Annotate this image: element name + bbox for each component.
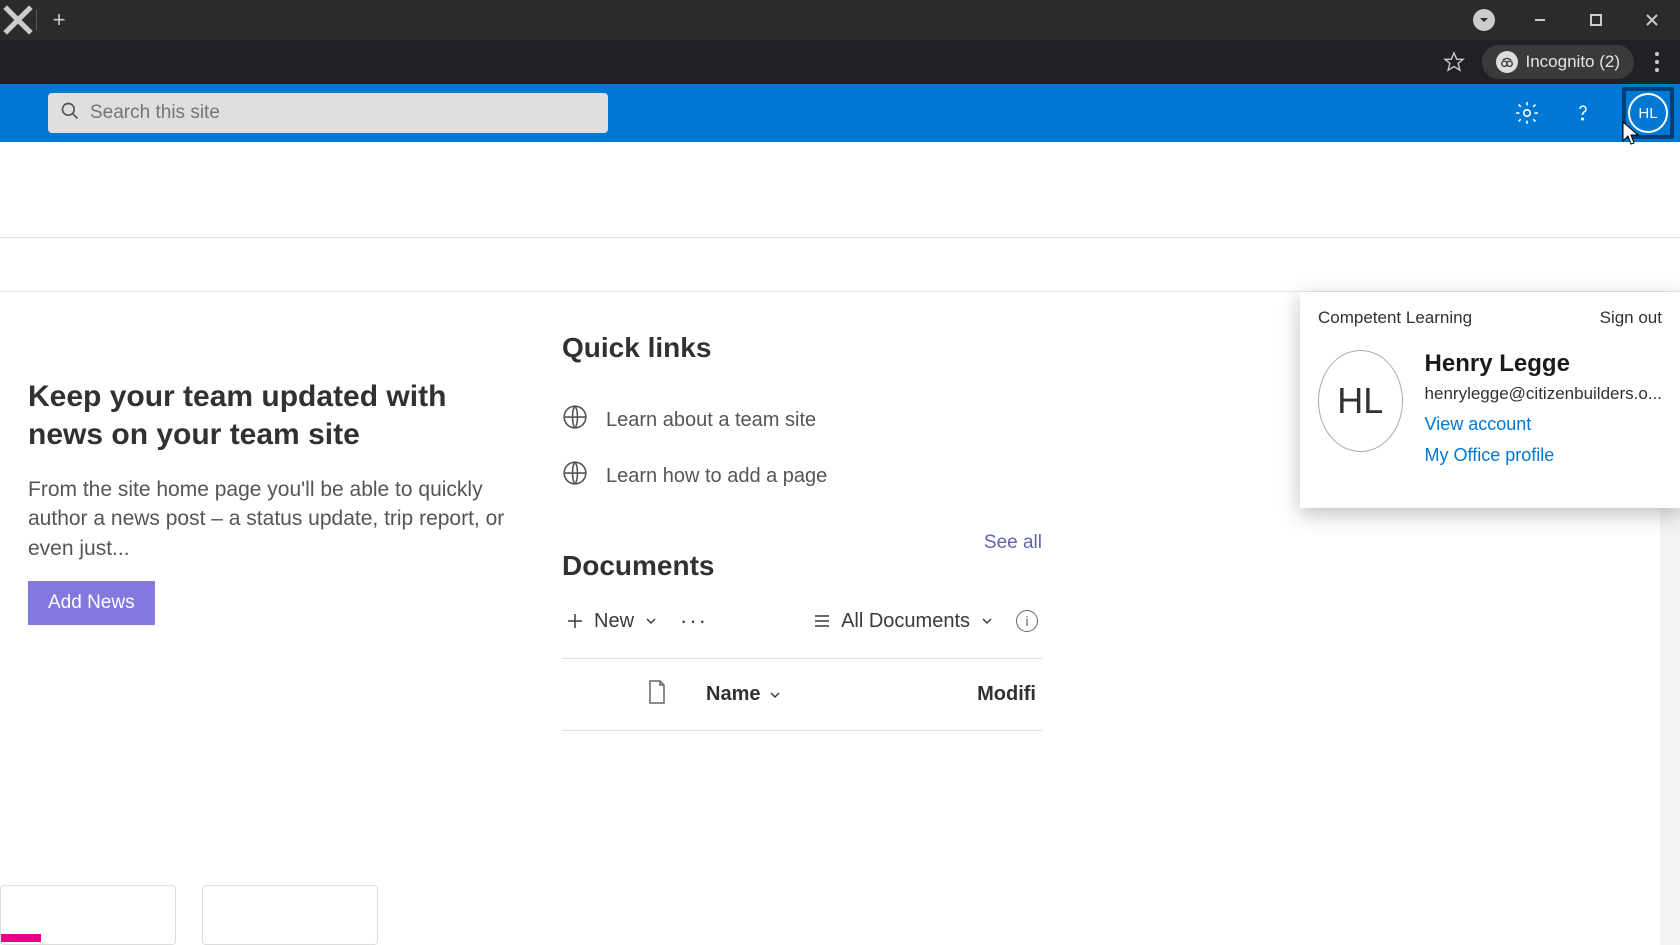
documents-info-button[interactable]: i bbox=[1016, 610, 1038, 632]
window-close-button[interactable] bbox=[1636, 4, 1668, 36]
chevron-down-icon bbox=[980, 614, 994, 628]
help-icon[interactable] bbox=[1566, 96, 1600, 130]
avatar-initials: HL bbox=[1628, 93, 1668, 133]
documents-heading: Documents bbox=[562, 550, 714, 582]
account-avatar-large: HL bbox=[1318, 350, 1403, 452]
documents-toolbar: New ··· All Documents i bbox=[562, 608, 1042, 634]
site-search[interactable] bbox=[48, 93, 608, 133]
sharepoint-header: HL bbox=[0, 84, 1680, 142]
news-cards-row bbox=[0, 885, 378, 945]
page-content: Keep your team updated with news on your… bbox=[0, 292, 1680, 945]
window-minimize-button[interactable] bbox=[1524, 4, 1556, 36]
quick-link-label: Learn how to add a page bbox=[606, 465, 827, 488]
browser-menu-button[interactable] bbox=[1648, 52, 1666, 72]
globe-icon bbox=[562, 404, 588, 436]
search-icon bbox=[60, 101, 80, 126]
view-selector-label: All Documents bbox=[841, 610, 970, 633]
documents-table-header: Name Modifi bbox=[562, 658, 1042, 731]
new-button-label: New bbox=[594, 610, 634, 633]
bookmark-star-icon[interactable] bbox=[1440, 48, 1468, 76]
quick-link-label: Learn about a team site bbox=[606, 409, 816, 432]
incognito-icon bbox=[1496, 51, 1518, 73]
incognito-badge[interactable]: Incognito (2) bbox=[1482, 45, 1635, 79]
settings-gear-icon[interactable] bbox=[1510, 96, 1544, 130]
right-column: Quick links Learn about a team site Lear… bbox=[562, 332, 1042, 945]
new-tab-button[interactable]: + bbox=[37, 0, 81, 40]
account-avatar-button[interactable]: HL bbox=[1622, 87, 1674, 139]
news-heading: Keep your team updated with news on your… bbox=[28, 378, 518, 453]
documents-new-button[interactable]: New bbox=[566, 610, 658, 633]
office-profile-link[interactable]: My Office profile bbox=[1425, 445, 1662, 466]
browser-toolbar: Incognito (2) bbox=[0, 40, 1680, 84]
list-icon bbox=[813, 614, 831, 628]
site-header-region bbox=[0, 142, 1680, 238]
add-news-button[interactable]: Add News bbox=[28, 581, 155, 625]
documents-more-button[interactable]: ··· bbox=[680, 608, 708, 634]
chevron-down-icon bbox=[768, 688, 782, 702]
window-maximize-button[interactable] bbox=[1580, 4, 1612, 36]
column-header-modified[interactable]: Modifi bbox=[977, 683, 1036, 706]
incognito-label: Incognito (2) bbox=[1526, 52, 1621, 72]
quick-links-heading: Quick links bbox=[562, 332, 1042, 364]
tab-close-button[interactable] bbox=[0, 0, 36, 40]
browser-tab-strip: + bbox=[0, 0, 1680, 40]
news-section: Keep your team updated with news on your… bbox=[28, 332, 518, 945]
account-name: Henry Legge bbox=[1425, 350, 1662, 378]
news-description: From the site home page you'll be able t… bbox=[28, 475, 518, 563]
site-nav-region bbox=[0, 238, 1680, 292]
chevron-down-icon bbox=[644, 614, 658, 628]
news-card[interactable] bbox=[0, 885, 176, 945]
quick-link-item[interactable]: Learn about a team site bbox=[562, 392, 1042, 448]
documents-see-all-link[interactable]: See all bbox=[984, 532, 1042, 554]
quick-link-item[interactable]: Learn how to add a page bbox=[562, 448, 1042, 504]
account-flyout: Competent Learning Sign out HL Henry Leg… bbox=[1300, 292, 1680, 508]
tenant-name: Competent Learning bbox=[1318, 308, 1472, 328]
account-email: henrylegge@citizenbuilders.o... bbox=[1425, 384, 1662, 404]
search-input[interactable] bbox=[90, 102, 596, 124]
view-account-link[interactable]: View account bbox=[1425, 414, 1662, 435]
sign-out-link[interactable]: Sign out bbox=[1600, 308, 1662, 328]
column-header-name[interactable]: Name bbox=[706, 683, 782, 706]
globe-icon bbox=[562, 460, 588, 492]
documents-view-selector[interactable]: All Documents bbox=[813, 610, 994, 633]
downloads-icon[interactable] bbox=[1468, 4, 1500, 36]
news-card[interactable] bbox=[202, 885, 378, 945]
file-type-column-icon[interactable] bbox=[646, 679, 668, 710]
